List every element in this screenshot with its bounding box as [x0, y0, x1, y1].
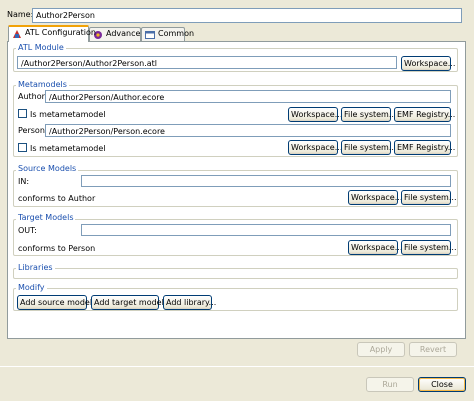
- apply-button[interactable]: Apply: [357, 342, 405, 357]
- tab-label: Common: [158, 29, 195, 38]
- person-emf-registry-button[interactable]: EMF Registry...: [394, 140, 455, 155]
- atl-module-workspace-button[interactable]: Workspace...: [401, 56, 455, 71]
- metamodels-title: Metamodels: [16, 80, 69, 89]
- run-button[interactable]: Run: [366, 377, 414, 392]
- source-file-system-button[interactable]: File system...: [401, 190, 456, 205]
- author-workspace-button[interactable]: Workspace...: [288, 107, 342, 122]
- atl-module-title: ATL Module: [16, 43, 66, 52]
- author-file-system-button[interactable]: File system...: [341, 107, 396, 122]
- source-in-label: IN:: [18, 177, 30, 186]
- source-conforms-label: conforms to Author: [18, 194, 96, 203]
- tab-atl-configuration[interactable]: ATL Configuration: [8, 25, 96, 42]
- person-metametamodel-checkbox[interactable]: [18, 143, 27, 152]
- person-path-field[interactable]: /Author2Person/Person.ecore: [45, 124, 451, 137]
- source-workspace-button[interactable]: Workspace...: [348, 190, 402, 205]
- target-file-system-button[interactable]: File system...: [401, 240, 456, 255]
- atl-config-icon: [12, 29, 22, 39]
- tab-label: Advanced: [106, 29, 146, 38]
- person-workspace-button[interactable]: Workspace...: [288, 140, 342, 155]
- person-file-system-button[interactable]: File system...: [341, 140, 396, 155]
- tab-label: ATL Configuration: [25, 28, 96, 37]
- name-label: Name:: [7, 10, 34, 19]
- author-checkbox-label: Is metametamodel: [30, 110, 106, 119]
- add-target-model-button[interactable]: Add target model...: [91, 295, 171, 310]
- source-in-field[interactable]: [81, 175, 451, 187]
- add-source-model-button[interactable]: Add source model...: [17, 295, 100, 310]
- person-checkbox-label: Is metametamodel: [30, 144, 106, 153]
- name-input[interactable]: Author2Person: [32, 8, 462, 23]
- modify-title: Modify: [16, 283, 47, 292]
- tab-common[interactable]: Common: [141, 27, 194, 41]
- target-models-title: Target Models: [16, 213, 76, 222]
- author-label: Author:: [18, 92, 48, 101]
- close-button[interactable]: Close: [418, 377, 466, 392]
- target-out-label: OUT:: [18, 226, 37, 235]
- revert-button[interactable]: Revert: [409, 342, 457, 357]
- target-conforms-label: conforms to Person: [18, 244, 96, 253]
- atl-module-path-field[interactable]: /Author2Person/Author2Person.atl: [17, 56, 397, 69]
- common-icon: [145, 30, 155, 40]
- add-library-button[interactable]: Add library...: [163, 295, 216, 310]
- footer-separator: [0, 366, 474, 367]
- tab-advanced[interactable]: Advanced: [89, 27, 146, 41]
- libraries-title: Libraries: [16, 263, 55, 272]
- person-label: Person:: [18, 126, 48, 135]
- author-emf-registry-button[interactable]: EMF Registry...: [394, 107, 455, 122]
- target-workspace-button[interactable]: Workspace...: [348, 240, 402, 255]
- target-out-field[interactable]: [81, 224, 451, 236]
- author-path-field[interactable]: /Author2Person/Author.ecore: [45, 90, 451, 103]
- author-metametamodel-checkbox[interactable]: [18, 109, 27, 118]
- source-models-title: Source Models: [16, 164, 79, 173]
- libraries-group: [13, 268, 458, 279]
